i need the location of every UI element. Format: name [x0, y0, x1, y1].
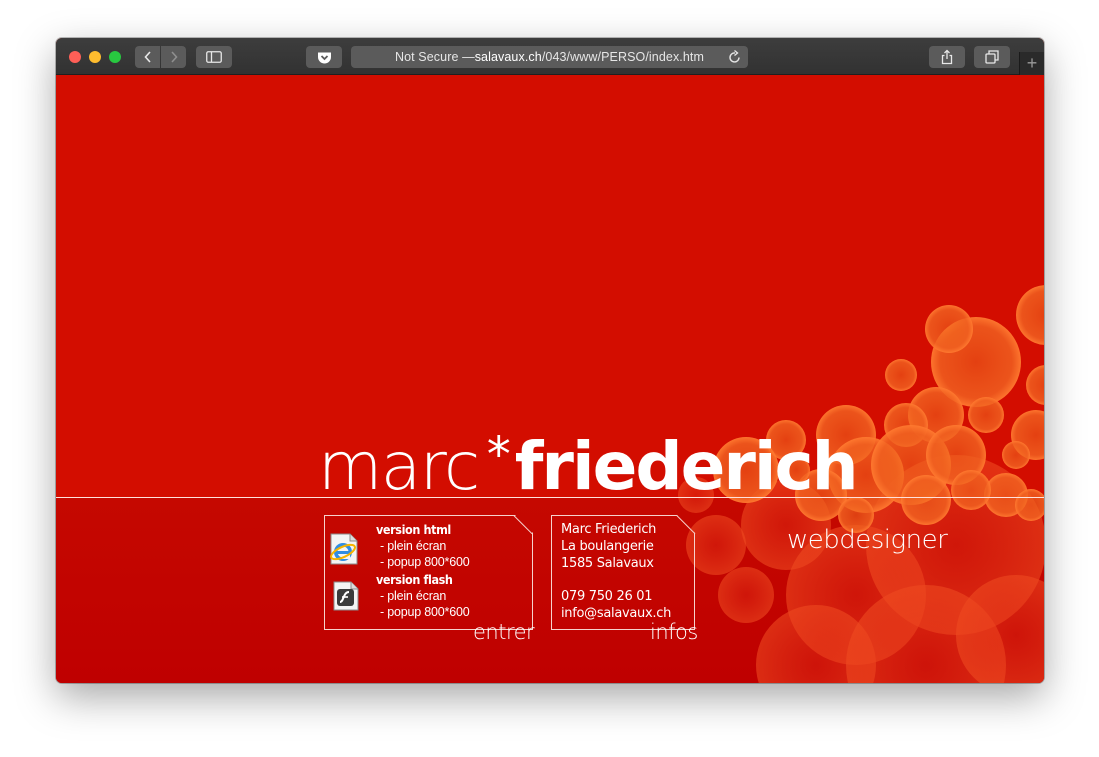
tab-overview-button[interactable]: [974, 46, 1010, 68]
brand-first-name: marc: [318, 428, 480, 505]
close-window-button[interactable]: [69, 51, 81, 63]
version-flash-title[interactable]: version flash: [376, 572, 469, 588]
version-flash-popup-link[interactable]: - popup 800*600: [376, 604, 470, 620]
security-status-text: Not Secure —: [394, 50, 475, 64]
contact-info: Marc Friederich La boulangerie 1585 Sala…: [561, 521, 671, 622]
version-html-fullscreen-link[interactable]: - plein écran: [376, 538, 469, 554]
tab-overview-icon: [985, 50, 999, 64]
contact-street: La boulangerie: [561, 539, 654, 554]
brand-separator: *: [486, 427, 511, 483]
contact-phone: 079 750 26 01: [561, 589, 653, 604]
decorative-bubbles: [678, 285, 1044, 683]
contact-city: 1585 Salavaux: [561, 556, 654, 571]
tagline: webdesigner: [787, 525, 948, 555]
address-domain: salavaux.ch: [474, 50, 542, 64]
contact-name: Marc Friederich: [561, 522, 657, 537]
chevron-right-icon: [170, 51, 178, 63]
zoom-window-button[interactable]: [109, 51, 121, 63]
chevron-left-icon: [143, 51, 151, 63]
browser-window: Not Secure — salavaux.ch/043/www/PERSO/i…: [56, 38, 1044, 683]
share-button[interactable]: [929, 46, 965, 68]
pocket-button[interactable]: [306, 46, 342, 68]
sidebar-icon: [206, 51, 222, 63]
version-flash-fullscreen-link[interactable]: - plein écran: [376, 588, 469, 604]
brand-logo: marc *friederich: [318, 428, 859, 511]
flash-player-icon[interactable]: [332, 580, 360, 617]
page-viewport: marc *friederich webdesigner version html…: [56, 75, 1044, 683]
internet-explorer-icon[interactable]: [328, 532, 360, 571]
enter-link[interactable]: entrer: [473, 620, 535, 644]
version-html-title[interactable]: version html: [376, 522, 469, 538]
reload-icon[interactable]: [728, 49, 742, 65]
sidebar-toggle-button[interactable]: [196, 46, 232, 68]
new-tab-button[interactable]: +: [1019, 52, 1044, 75]
version-html[interactable]: version html - plein écran - popup 800*6…: [376, 522, 470, 570]
browser-toolbar: Not Secure — salavaux.ch/043/www/PERSO/i…: [56, 38, 1044, 75]
infos-link[interactable]: infos: [650, 620, 698, 644]
version-html-popup-link[interactable]: - popup 800*600: [376, 554, 470, 570]
pocket-icon: [317, 52, 331, 63]
address-path: /043/www/PERSO/index.htm: [541, 50, 705, 64]
version-flash[interactable]: version flash - plein écran - popup 800*…: [376, 572, 470, 620]
forward-button[interactable]: [161, 46, 186, 68]
brand-last-name: friederich: [514, 428, 859, 505]
minimize-window-button[interactable]: [89, 51, 101, 63]
back-button[interactable]: [135, 46, 160, 68]
address-bar[interactable]: Not Secure — salavaux.ch/043/www/PERSO/i…: [351, 46, 748, 68]
share-icon: [941, 49, 953, 65]
